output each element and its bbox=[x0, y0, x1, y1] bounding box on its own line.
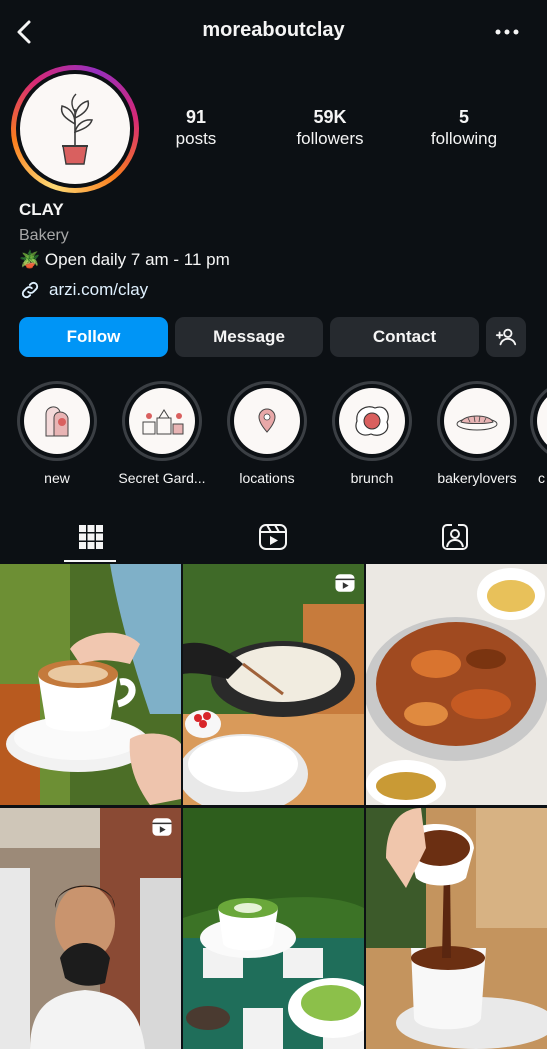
garden-sketch-icon bbox=[129, 388, 195, 454]
active-tab-indicator bbox=[64, 560, 116, 562]
plant-pot-logo-icon bbox=[60, 93, 94, 165]
post-thumbnail-matcha[interactable] bbox=[183, 808, 364, 1049]
highlight-secret-garden[interactable]: Secret Gard... bbox=[110, 381, 214, 486]
stat-following[interactable]: 5 following bbox=[409, 106, 519, 150]
post-thumbnail-chef[interactable] bbox=[0, 808, 181, 1049]
tab-tagged[interactable] bbox=[364, 512, 546, 562]
profile-category: Bakery bbox=[19, 227, 69, 244]
fried-egg-icon bbox=[339, 388, 405, 454]
profile-link[interactable]: arzi.com/clay bbox=[19, 279, 148, 301]
stat-followers[interactable]: 59K followers bbox=[275, 106, 385, 150]
post-thumbnail-chocolate[interactable] bbox=[366, 808, 547, 1049]
highlight-new[interactable]: new bbox=[5, 381, 109, 486]
location-pin-icon bbox=[234, 388, 300, 454]
highlight-brunch[interactable]: brunch bbox=[320, 381, 424, 486]
reels-icon bbox=[259, 524, 287, 550]
message-button[interactable]: Message bbox=[175, 317, 323, 357]
tab-posts-grid[interactable] bbox=[0, 512, 182, 562]
reel-badge-icon bbox=[152, 818, 172, 836]
reel-badge-icon bbox=[335, 574, 355, 592]
top-bar: moreaboutclay bbox=[0, 0, 547, 64]
clay-shapes-icon bbox=[24, 388, 90, 454]
tab-reels[interactable] bbox=[182, 512, 364, 562]
follow-button[interactable]: Follow bbox=[19, 317, 168, 357]
profile-username: moreaboutclay bbox=[202, 19, 345, 41]
avatar bbox=[20, 74, 130, 184]
post-thumbnail-crepe-making[interactable] bbox=[183, 564, 364, 805]
post-thumbnail-caramel-latte[interactable] bbox=[0, 564, 181, 805]
tagged-person-icon bbox=[442, 523, 468, 550]
grid-icon bbox=[79, 525, 103, 549]
avatar-story-ring[interactable] bbox=[11, 65, 139, 193]
more-horizontal-icon[interactable] bbox=[493, 22, 521, 42]
highlight-partial[interactable]: c bbox=[530, 381, 547, 486]
profile-bio: 🪴 Open daily 7 am - 11 pm bbox=[19, 250, 230, 269]
post-thumbnail-bread-pudding[interactable] bbox=[366, 564, 547, 805]
profile-tabs bbox=[0, 512, 547, 564]
highlight-bakerylovers[interactable]: bakerylovers bbox=[425, 381, 529, 486]
add-user-button[interactable] bbox=[486, 317, 526, 357]
stat-posts[interactable]: 91 posts bbox=[141, 106, 251, 150]
profile-name: CLAY bbox=[19, 200, 64, 219]
highlight-locations[interactable]: locations bbox=[215, 381, 319, 486]
link-icon bbox=[21, 281, 39, 299]
croissant-icon bbox=[444, 388, 510, 454]
contact-button[interactable]: Contact bbox=[330, 317, 479, 357]
add-user-icon bbox=[495, 328, 517, 346]
